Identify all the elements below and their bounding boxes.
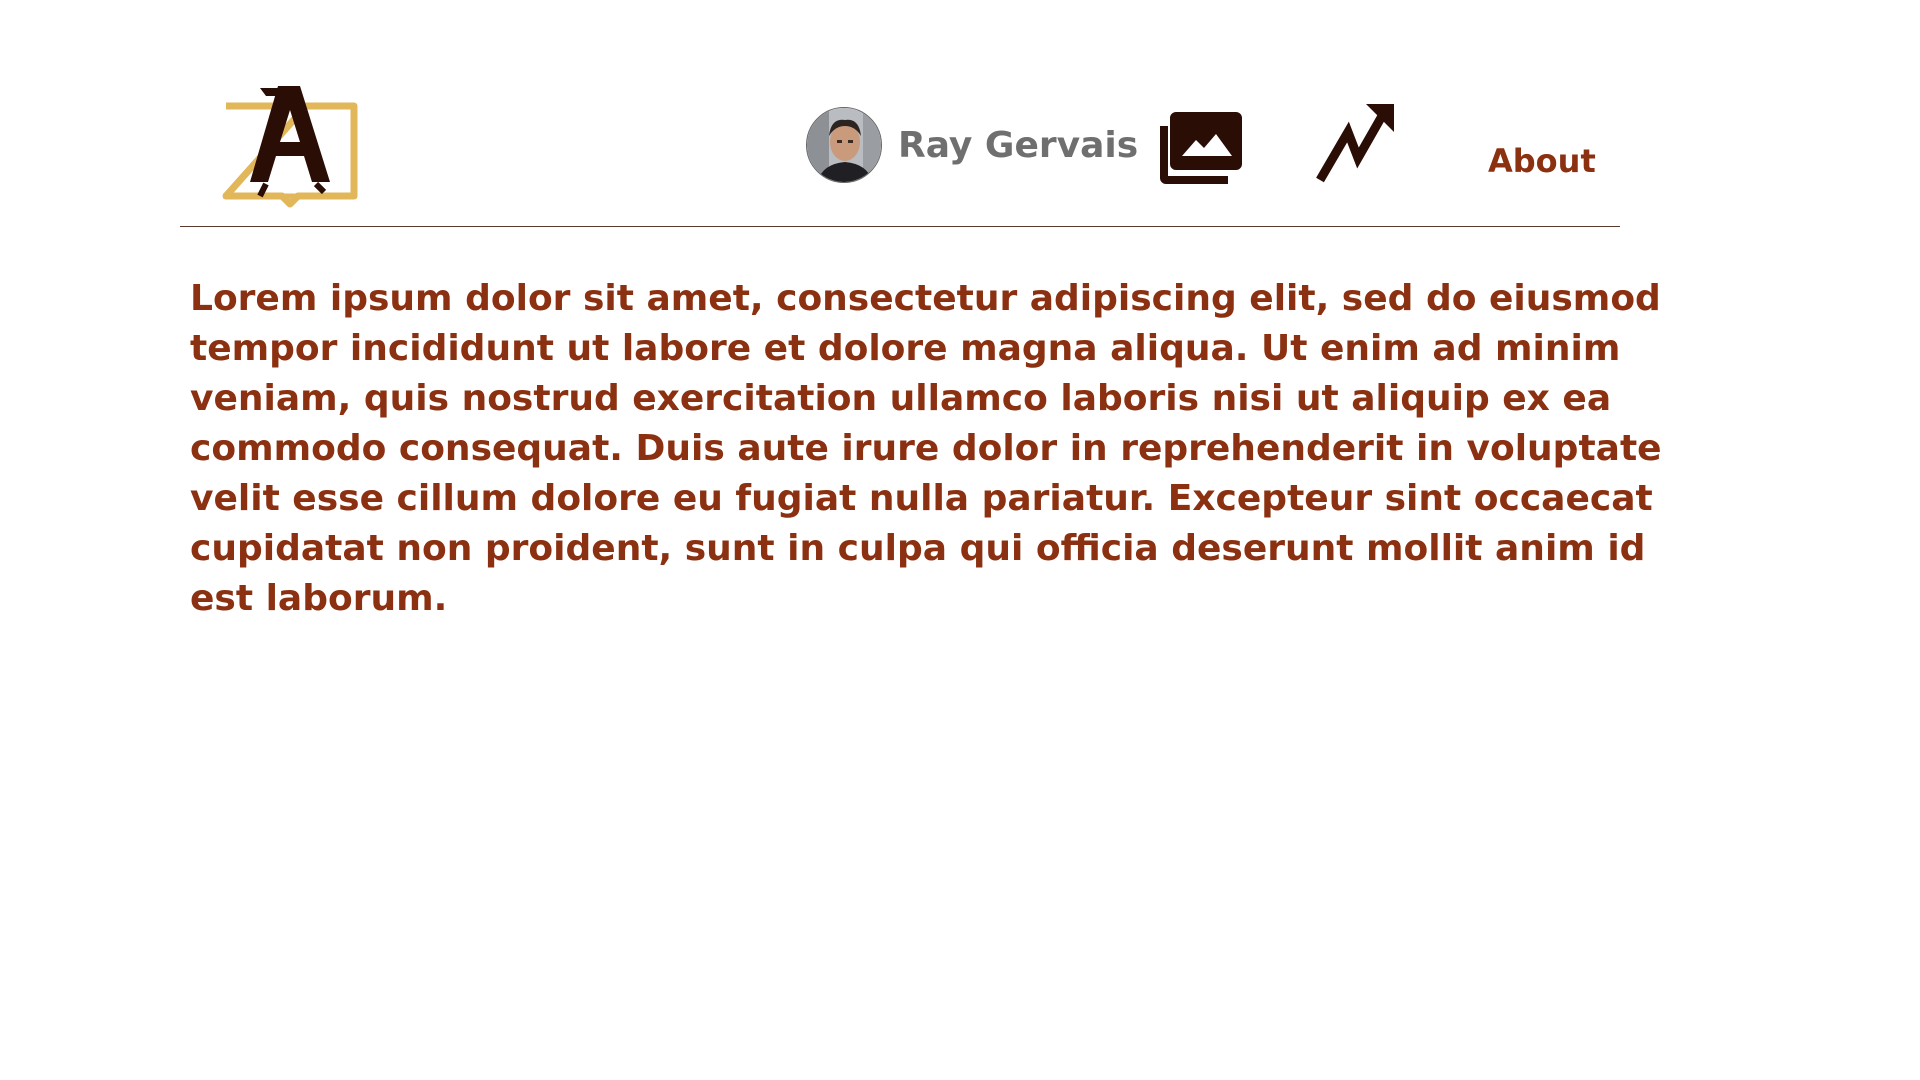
trending-up-icon xyxy=(1316,104,1394,183)
page: Ray Gervais About Lorem ipsum dolor sit … xyxy=(0,0,1920,1080)
header-divider xyxy=(180,226,1620,227)
avatar xyxy=(806,107,882,183)
body-paragraph: Lorem ipsum dolor sit amet, consectetur … xyxy=(190,278,1662,619)
stats-link[interactable] xyxy=(1316,102,1396,184)
profile-link[interactable]: Ray Gervais xyxy=(806,106,1138,184)
photo-library-icon xyxy=(1160,112,1242,184)
profile-name: Ray Gervais xyxy=(898,124,1139,166)
user-avatar-photo xyxy=(807,108,881,182)
about-link[interactable]: About xyxy=(1488,142,1596,180)
gallery-link[interactable] xyxy=(1160,112,1242,184)
main-nav: Ray Gervais About xyxy=(0,100,1920,200)
